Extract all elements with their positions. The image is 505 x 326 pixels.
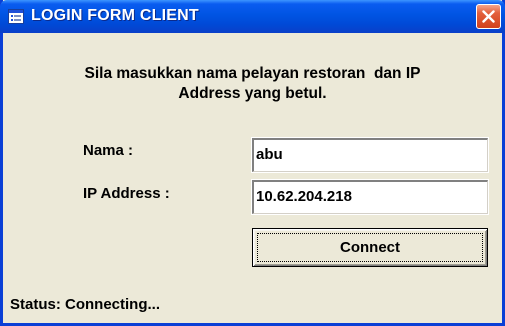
close-icon (482, 10, 495, 23)
window-title: LOGIN FORM CLIENT (31, 7, 199, 24)
login-window: LOGIN FORM CLIENT Sila masukkan nama pel… (0, 0, 505, 326)
instruction-line-1: Sila masukkan nama pelayan restoran dan … (84, 65, 421, 82)
instruction-text: Sila masukkan nama pelayan restoran dan … (3, 64, 502, 104)
connect-button[interactable]: Connect (252, 228, 488, 267)
application-icon (8, 9, 24, 24)
status-text: Status: Connecting... (10, 296, 160, 313)
instruction-line-2: Address yang betul. (178, 85, 327, 102)
ip-address-input[interactable]: 10.62.204.218 (251, 179, 489, 215)
name-input[interactable]: abu (251, 137, 489, 173)
ip-address-label: IP Address : (83, 185, 170, 202)
name-label: Nama : (83, 142, 134, 159)
title-bar[interactable]: LOGIN FORM CLIENT (0, 0, 505, 33)
connect-button-label: Connect (340, 239, 400, 256)
close-button[interactable] (476, 4, 501, 29)
